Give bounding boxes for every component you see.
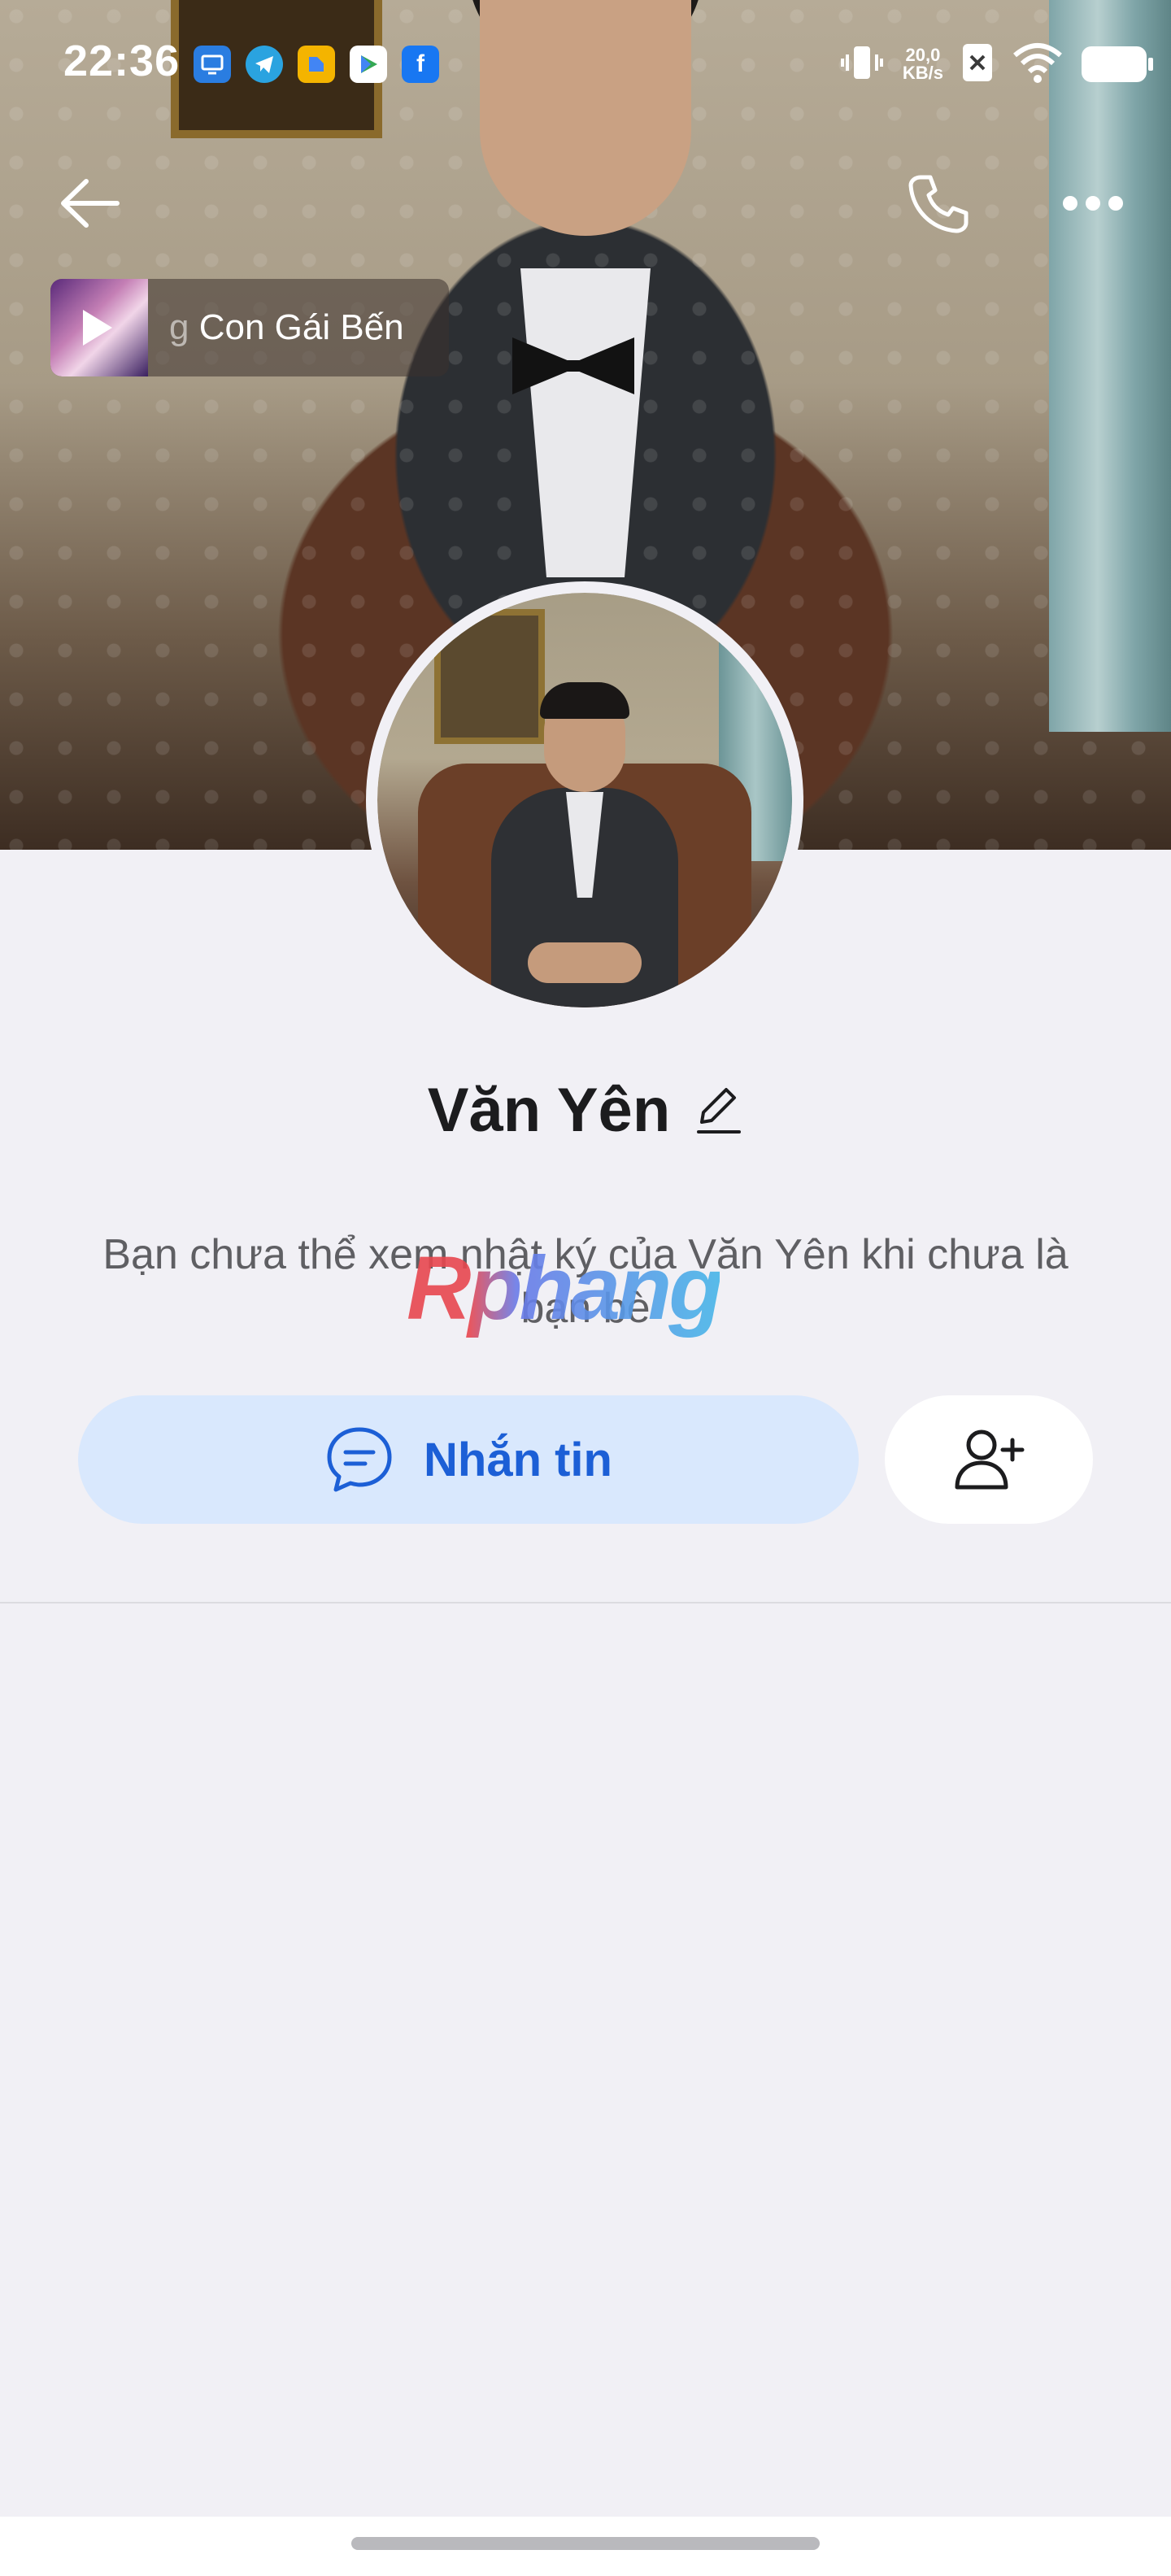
status-right-group: 20,0 KB/s bbox=[839, 36, 1153, 93]
profile-music[interactable]: g Con Gái Bến bbox=[50, 279, 449, 376]
back-button[interactable] bbox=[49, 163, 130, 244]
no-sim-icon bbox=[961, 42, 994, 87]
status-time: 22:36 bbox=[63, 37, 181, 85]
privacy-notice: Bạn chưa thể xem nhật ký của Văn Yên khi… bbox=[102, 1231, 1069, 1332]
profile-name: Văn Yên bbox=[427, 1075, 671, 1145]
music-title-container: g Con Gái Bến bbox=[169, 307, 404, 348]
add-friend-button[interactable] bbox=[885, 1395, 1093, 1524]
network-speed-value: 20,0 bbox=[905, 45, 941, 65]
arrow-left-icon bbox=[61, 179, 120, 228]
telegram-icon bbox=[246, 46, 283, 83]
screen-mirror-icon bbox=[194, 46, 231, 83]
edit-name-button[interactable] bbox=[694, 1086, 743, 1134]
wifi-icon bbox=[1012, 41, 1064, 89]
chat-bubble-icon bbox=[327, 1427, 392, 1492]
avatar-person-hair bbox=[540, 682, 629, 719]
phone-icon bbox=[908, 175, 969, 233]
avatar[interactable] bbox=[366, 581, 803, 1019]
music-title-faded: g bbox=[169, 307, 199, 347]
battery-icon bbox=[1082, 46, 1153, 82]
call-button[interactable] bbox=[898, 163, 979, 244]
more-button[interactable] bbox=[1052, 163, 1134, 244]
section-divider bbox=[0, 1602, 1171, 1603]
network-speed-unit: KB/s bbox=[902, 63, 943, 83]
profile-name-row: Văn Yên bbox=[0, 1065, 1171, 1155]
music-title: Con Gái Bến bbox=[198, 307, 404, 347]
google-play-icon bbox=[350, 46, 387, 83]
music-thumbnail bbox=[50, 279, 148, 376]
vibrate-icon bbox=[839, 40, 885, 89]
add-user-icon bbox=[955, 1429, 1025, 1490]
more-horizontal-icon bbox=[1063, 196, 1123, 211]
home-indicator[interactable] bbox=[351, 2537, 820, 2550]
avatar-picture-frame bbox=[434, 609, 545, 744]
status-bar: 22:36 f 20,0 KB/s bbox=[0, 0, 1171, 130]
files-icon bbox=[298, 46, 335, 83]
avatar-person-hands bbox=[528, 942, 642, 983]
play-icon bbox=[83, 310, 112, 346]
message-button-label: Nhắn tin bbox=[424, 1433, 612, 1486]
facebook-icon: f bbox=[402, 46, 439, 83]
message-button[interactable]: Nhắn tin bbox=[78, 1395, 859, 1524]
network-speed: 20,0 KB/s bbox=[903, 46, 943, 82]
avatar-photo bbox=[377, 593, 792, 1007]
pencil-icon bbox=[697, 1088, 742, 1134]
